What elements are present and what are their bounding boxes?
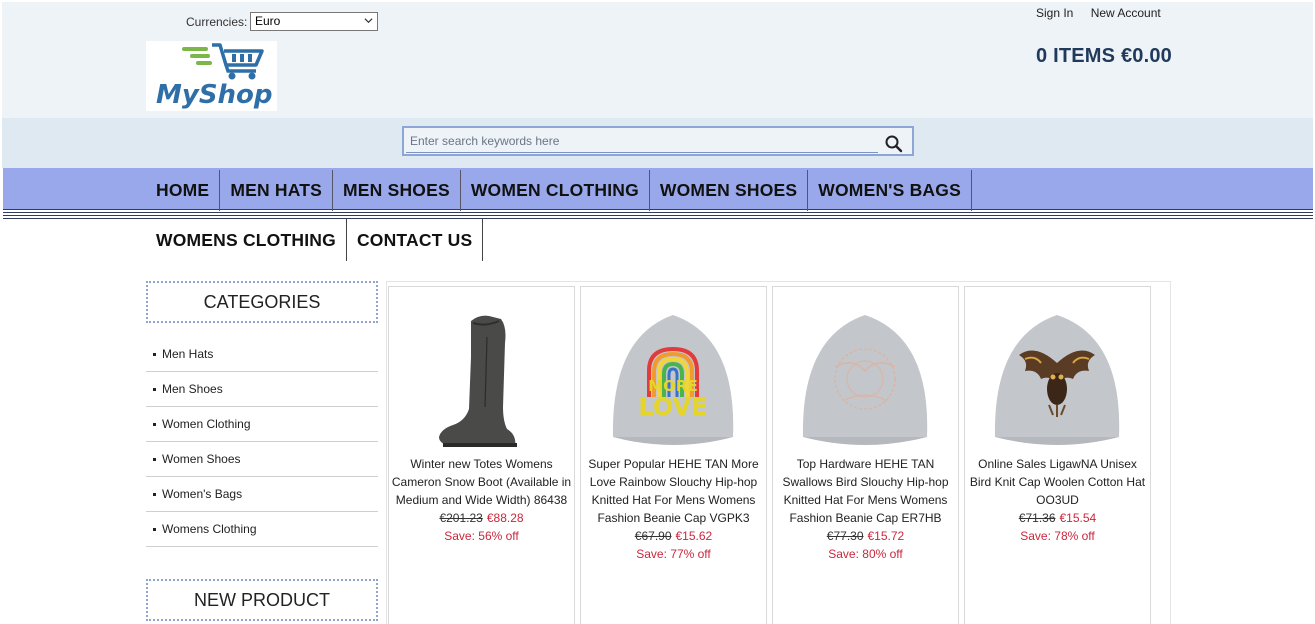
old-price: €71.36 [1018, 511, 1056, 525]
category-label: Men Hats [162, 347, 214, 361]
save-badge: Save: 78% off [1020, 529, 1095, 543]
category-women-shoes[interactable]: Women Shoes [146, 442, 378, 477]
category-men-shoes[interactable]: Men Shoes [146, 372, 378, 407]
main-nav-row-1: HOME MEN HATS MEN SHOES WOMEN CLOTHING W… [146, 170, 972, 211]
sale-price: €15.62 [675, 529, 713, 543]
search-underline [406, 152, 878, 153]
print-text-love: LOVE [638, 393, 707, 421]
product-prices: €67.90 €15.62 [581, 527, 766, 545]
currency-selected-value: Euro [255, 14, 281, 28]
category-womens-bags[interactable]: Women's Bags [146, 477, 378, 512]
category-label: Women's Bags [162, 487, 243, 501]
nav-men-shoes[interactable]: MEN SHOES [333, 170, 461, 211]
product-prices: €201.23 €88.28 [389, 509, 574, 527]
page: Currencies: Euro Sign In New Account 0 I… [0, 0, 1315, 624]
bullet-icon [153, 527, 156, 531]
new-account-link[interactable]: New Account [1091, 6, 1161, 20]
category-label: Women Shoes [162, 452, 241, 466]
bullet-icon [153, 352, 156, 356]
category-womens-clothing[interactable]: Womens Clothing [146, 512, 378, 547]
nav-womens-bags[interactable]: WOMEN'S BAGS [808, 170, 972, 211]
currency-label: Currencies: [186, 15, 248, 29]
product-name[interactable]: Super Popular HEHE TAN More Love Rainbow… [583, 455, 764, 527]
nav-womens-clothing[interactable]: WOMENS CLOTHING [146, 219, 347, 261]
search-input[interactable] [410, 134, 870, 148]
categories-title: CATEGORIES [146, 281, 378, 323]
bullet-icon [153, 492, 156, 496]
product-card[interactable]: MORE LOVE Super Popular HEHE TAN More Lo… [580, 286, 767, 624]
account-links: Sign In New Account [1036, 6, 1175, 20]
category-label: Women Clothing [162, 417, 251, 431]
search-box [402, 126, 914, 156]
sign-in-link[interactable]: Sign In [1036, 6, 1073, 20]
logo-text: MyShop [156, 80, 273, 110]
sale-price: €15.54 [1059, 511, 1097, 525]
beanie-swallow-image[interactable] [773, 297, 958, 447]
nav-women-clothing[interactable]: WOMEN CLOTHING [461, 170, 650, 211]
product-prices: €71.36 €15.54 [965, 509, 1150, 527]
nav-contact-us[interactable]: CONTACT US [347, 219, 484, 261]
chevron-down-icon [364, 18, 373, 24]
product-card[interactable]: Winter new Totes Womens Cameron Snow Boo… [388, 286, 575, 624]
save-badge: Save: 77% off [636, 547, 711, 561]
myshop-logo[interactable]: MyShop [146, 41, 277, 111]
old-price: €201.23 [439, 511, 483, 525]
sale-price: €15.72 [867, 529, 905, 543]
logo-graphic: MyShop [156, 43, 273, 110]
save-badge: Save: 56% off [444, 529, 519, 543]
bullet-icon [153, 457, 156, 461]
currency-select[interactable]: Euro [250, 12, 378, 31]
product-name[interactable]: Top Hardware HEHE TAN Swallows Bird Slou… [775, 455, 956, 527]
category-label: Womens Clothing [162, 522, 257, 536]
new-product-title: NEW PRODUCT [146, 579, 378, 621]
beanie-rainbow-image[interactable]: MORE LOVE [581, 297, 766, 447]
old-price: €67.90 [634, 529, 672, 543]
boot-image[interactable] [389, 297, 574, 447]
nav-men-hats[interactable]: MEN HATS [220, 170, 334, 211]
nav-women-shoes[interactable]: WOMEN SHOES [650, 170, 809, 211]
product-name[interactable]: Online Sales LigawNA Unisex Bird Knit Ca… [967, 455, 1148, 509]
categories-list: Men Hats Men Shoes Women Clothing Women … [146, 337, 378, 547]
product-card[interactable]: Online Sales LigawNA Unisex Bird Knit Ca… [964, 286, 1151, 624]
main-nav-row-2: WOMENS CLOTHING CONTACT US [146, 219, 484, 261]
nav-home[interactable]: HOME [146, 170, 221, 211]
product-name[interactable]: Winter new Totes Womens Cameron Snow Boo… [391, 455, 572, 509]
bullet-icon [153, 422, 156, 426]
search-icon[interactable] [884, 134, 904, 154]
category-label: Men Shoes [162, 382, 223, 396]
bullet-icon [153, 387, 156, 391]
category-women-clothing[interactable]: Women Clothing [146, 407, 378, 442]
category-men-hats[interactable]: Men Hats [146, 337, 378, 372]
sale-price: €88.28 [486, 511, 524, 525]
save-badge: Save: 80% off [828, 547, 903, 561]
old-price: €77.30 [826, 529, 864, 543]
product-card[interactable]: Top Hardware HEHE TAN Swallows Bird Slou… [772, 286, 959, 624]
product-prices: €77.30 €15.72 [773, 527, 958, 545]
beanie-owl-image[interactable] [965, 297, 1150, 447]
cart-summary[interactable]: 0 ITEMS €0.00 [1036, 45, 1172, 68]
